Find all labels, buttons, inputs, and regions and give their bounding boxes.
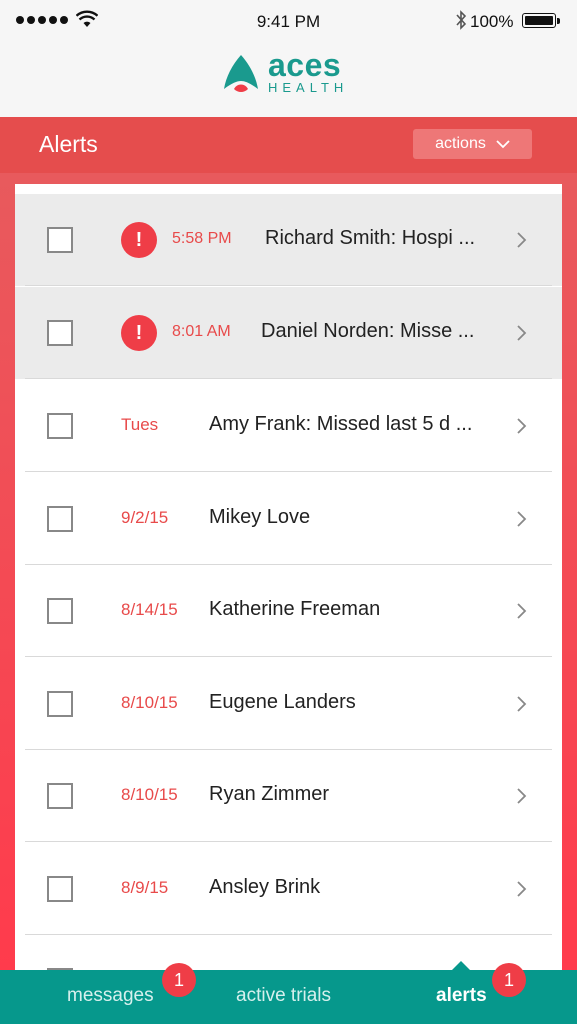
select-checkbox[interactable] xyxy=(47,876,73,902)
alert-name: Ansley Brink xyxy=(209,876,321,898)
chevron-right-icon xyxy=(517,511,527,527)
select-checkbox[interactable] xyxy=(47,691,73,717)
alert-date: 8/10/15 xyxy=(121,693,178,712)
actions-label: actions xyxy=(435,135,486,152)
alert-row[interactable]: 8/9/15 Ansley Brink xyxy=(15,843,562,935)
alert-row[interactable]: ! 5:58 PM Richard Smith: Hospi ... xyxy=(15,194,562,286)
select-checkbox[interactable] xyxy=(47,320,73,346)
app-logo-bar: aces HEALTH xyxy=(0,42,577,117)
alert-date: 8/10/15 xyxy=(121,785,178,804)
alert-date: 8/9/15 xyxy=(121,878,169,897)
select-checkbox[interactable] xyxy=(47,783,73,809)
alert-name: Ryan Zimmer xyxy=(209,783,330,805)
tab-alerts[interactable]: alerts xyxy=(436,985,487,1007)
alert-name: Eugene Landers xyxy=(209,691,356,713)
alerts-header: Alerts actions xyxy=(0,117,577,173)
tab-active-trials[interactable]: active trials xyxy=(236,985,331,1007)
tab-messages[interactable]: messages xyxy=(67,985,154,1007)
aces-logo-icon xyxy=(224,54,258,92)
alert-date: 8/14/15 xyxy=(121,600,178,619)
select-checkbox[interactable] xyxy=(47,413,73,439)
chevron-right-icon xyxy=(517,788,527,804)
chevron-right-icon xyxy=(517,418,527,434)
alert-list: ! 5:58 PM Richard Smith: Hospi ... ! 8:0… xyxy=(15,184,562,970)
logo-subtitle: HEALTH xyxy=(268,80,349,95)
chevron-down-icon xyxy=(496,139,510,148)
active-tab-indicator xyxy=(452,961,470,970)
status-bar: 9:41 PM 100% xyxy=(0,0,577,42)
chevron-right-icon xyxy=(517,325,527,341)
bluetooth-icon xyxy=(456,10,467,30)
alerts-badge: 1 xyxy=(492,963,526,997)
alert-name: Amy Frank: Missed last 5 d ... xyxy=(209,413,473,435)
exclamation-icon: ! xyxy=(121,315,157,351)
logo-wordmark: aces xyxy=(268,47,342,83)
chevron-right-icon xyxy=(517,881,527,897)
select-checkbox[interactable] xyxy=(47,506,73,532)
alert-row[interactable]: 9/2/15 Mikey Love xyxy=(15,473,562,565)
aces-health-logo: aces HEALTH xyxy=(222,47,349,95)
alert-date: Tues xyxy=(121,415,159,434)
alert-row[interactable]: 8/10/15 Eugene Landers xyxy=(15,658,562,750)
alert-name: Daniel Norden: Misse ... xyxy=(261,320,475,342)
chevron-right-icon xyxy=(517,603,527,619)
alert-row[interactable]: 8/10/15 Ryan Zimmer xyxy=(15,750,562,842)
alert-name: Richard Smith: Hospi ... xyxy=(265,227,476,249)
bottom-tab-bar: messages 1 active trials alerts 1 xyxy=(0,963,577,1024)
battery-percent: 100% xyxy=(470,12,514,31)
alert-row[interactable] xyxy=(15,936,562,970)
select-checkbox[interactable] xyxy=(47,598,73,624)
messages-badge: 1 xyxy=(162,963,196,997)
alert-date: 9/2/15 xyxy=(121,508,169,527)
alert-name: Katherine Freeman xyxy=(209,598,381,620)
alert-row[interactable]: ! 8:01 AM Daniel Norden: Misse ... xyxy=(15,287,562,379)
actions-dropdown-button[interactable]: actions xyxy=(413,129,532,159)
exclamation-icon: ! xyxy=(121,222,157,258)
alert-row[interactable]: 8/14/15 Katherine Freeman xyxy=(15,565,562,657)
select-checkbox[interactable] xyxy=(47,227,73,253)
alert-row[interactable]: Tues Amy Frank: Missed last 5 d ... xyxy=(15,380,562,472)
alert-name: Mikey Love xyxy=(209,506,311,528)
page-title: Alerts xyxy=(39,131,98,157)
chevron-right-icon xyxy=(517,696,527,712)
alert-date: 8:01 AM xyxy=(172,323,231,340)
alert-date: 5:58 PM xyxy=(172,230,232,247)
chevron-right-icon xyxy=(517,232,527,248)
battery-icon xyxy=(522,13,560,28)
